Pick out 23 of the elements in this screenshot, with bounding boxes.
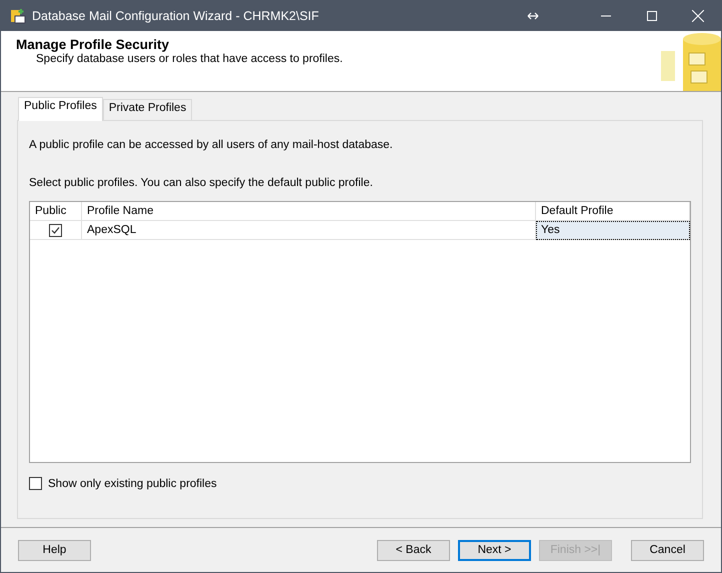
table-cell: ApexSQL xyxy=(82,221,536,240)
app-icon xyxy=(10,8,26,24)
tab[interactable]: Public Profiles xyxy=(18,97,103,121)
column-header: Profile Name xyxy=(82,202,536,221)
window-title: Database Mail Configuration Wizard - CHRMK2\SIF xyxy=(32,9,320,23)
wizard-button[interactable]: < Back xyxy=(377,540,450,560)
description-text: A public profile can be accessed by all users of any mail-host database. xyxy=(29,139,394,151)
wizard-button[interactable]: Help xyxy=(18,540,91,560)
page-subtitle: Specify database users or roles that have access to profiles. xyxy=(35,53,344,65)
checkbox-label: Show only existing public profiles xyxy=(48,478,217,490)
table-cell[interactable]: Yes xyxy=(536,221,690,240)
tab[interactable]: Private Profiles xyxy=(102,99,192,120)
resize-icon xyxy=(527,12,539,20)
wizard-button[interactable]: Cancel xyxy=(631,540,704,560)
wizard-button[interactable]: Next > xyxy=(458,540,531,560)
row-checkbox[interactable] xyxy=(49,224,62,236)
close-icon[interactable] xyxy=(692,10,704,22)
instruction-text: Select public profiles. You can also specify the default public profile. xyxy=(29,177,374,189)
maximize-icon[interactable] xyxy=(647,11,657,21)
column-header: Public xyxy=(30,202,82,221)
checkbox[interactable] xyxy=(29,477,42,490)
database-mail-icon xyxy=(661,31,721,91)
page-title: Manage Profile Security xyxy=(16,37,170,52)
